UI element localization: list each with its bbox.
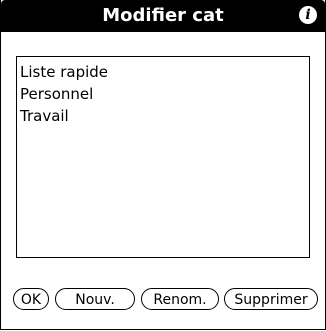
category-list[interactable]: Liste rapide Personnel Travail — [16, 56, 310, 258]
dialog-title: Modifier cat — [102, 5, 224, 26]
info-icon[interactable]: i — [299, 6, 317, 24]
title-bar: Modifier cat i — [1, 0, 325, 32]
rename-button[interactable]: Renom. — [141, 288, 219, 310]
delete-button[interactable]: Supprimer — [224, 288, 318, 310]
list-item[interactable]: Personnel — [17, 83, 309, 105]
category-list-items: Liste rapide Personnel Travail — [17, 61, 309, 127]
edit-categories-dialog: Modifier cat i Liste rapide Personnel Tr… — [0, 0, 326, 330]
list-item[interactable]: Travail — [17, 105, 309, 127]
list-item[interactable]: Liste rapide — [17, 61, 309, 83]
ok-button[interactable]: OK — [13, 288, 49, 310]
new-button[interactable]: Nouv. — [55, 288, 135, 310]
